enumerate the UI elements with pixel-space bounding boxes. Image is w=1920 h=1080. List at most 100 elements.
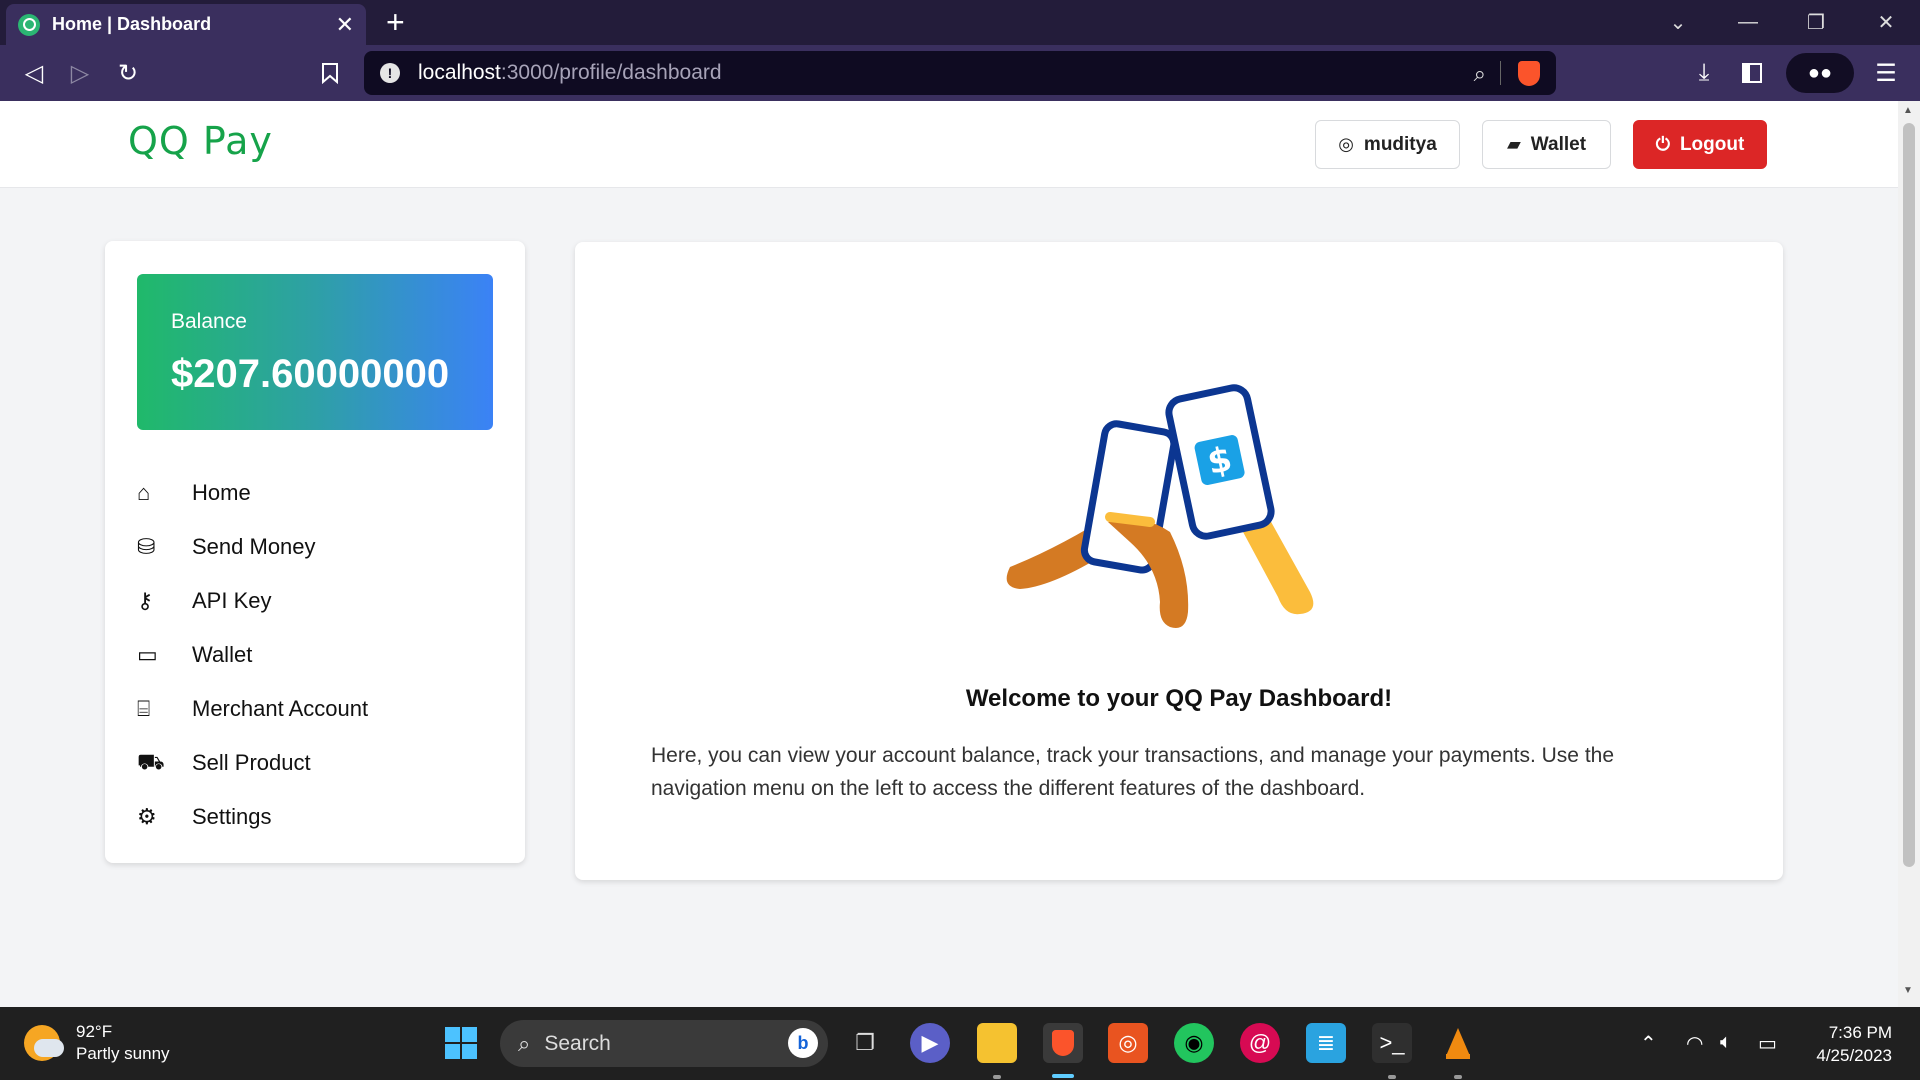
windows-start-icon[interactable] xyxy=(441,1023,481,1063)
reload-icon[interactable]: ↻ xyxy=(106,45,150,101)
welcome-description: Here, you can view your account balance,… xyxy=(651,744,1615,800)
bookmark-icon[interactable] xyxy=(308,45,352,101)
new-tab-icon[interactable]: + xyxy=(386,6,405,38)
download-icon[interactable]: ⤓ xyxy=(1682,45,1726,101)
balance-card: Balance $207.60000000 xyxy=(137,274,493,430)
tab-title: Home | Dashboard xyxy=(52,14,212,34)
sidebar-item-label: Sell Product xyxy=(192,750,311,775)
tab-close-icon[interactable]: ✕ xyxy=(336,12,354,38)
wallet-icon: ▰ xyxy=(1506,134,1521,154)
sidebar-item-label: Home xyxy=(192,480,251,505)
site-info-icon[interactable]: ! xyxy=(380,63,400,83)
key-icon: ⚷ xyxy=(137,588,154,613)
wallet-button-label: Wallet xyxy=(1530,133,1587,155)
browser-tab-bar: Home | Dashboard ✕ + ⌄ — ❐ ✕ xyxy=(0,0,1920,45)
sidebar-item-merchant-account[interactable]: ⌸ Merchant Account xyxy=(137,682,497,736)
app-green-icon[interactable]: ◉ xyxy=(1174,1023,1214,1063)
notepad-icon[interactable]: ≣ xyxy=(1306,1023,1346,1063)
balance-label: Balance xyxy=(171,310,247,333)
welcome-title: Welcome to your QQ Pay Dashboard! xyxy=(965,685,1393,712)
file-explorer-icon[interactable] xyxy=(977,1023,1017,1063)
gear-icon: ⚙ xyxy=(137,804,157,829)
restore-icon[interactable]: ❐ xyxy=(1782,0,1850,45)
taskbar-clock[interactable]: 7:36 PM 4/25/2023 xyxy=(1800,1021,1892,1067)
logo[interactable]: QQ Pay xyxy=(128,119,273,163)
private-glasses-icon[interactable]: ●● xyxy=(1786,53,1854,93)
taskbar-search-label: Search xyxy=(544,1031,611,1055)
dashboard-welcome-card: $ Welcome to your QQ Pay Dashboard! Here… xyxy=(575,242,1783,880)
brave-shield-icon[interactable] xyxy=(1518,61,1540,86)
url-path: :3000/profile/dashboard xyxy=(500,61,722,84)
forward-icon[interactable]: ▷ xyxy=(58,45,102,101)
sidebar-item-label: Settings xyxy=(192,804,272,829)
taskbar-running-indicator xyxy=(1388,1075,1396,1079)
phone-payment-illustration: $ xyxy=(1006,384,1314,628)
browser-toolbar: ◁ ▷ ↻ ! localhost:3000/profile/dashboard… xyxy=(0,45,1920,101)
minimize-icon[interactable]: — xyxy=(1714,0,1782,45)
taskbar-running-indicator xyxy=(1454,1075,1462,1079)
power-icon: ⏻ xyxy=(1655,134,1670,154)
browser-tab-active[interactable]: Home | Dashboard ✕ xyxy=(6,4,366,45)
sidebar-item-wallet[interactable]: ▭ Wallet xyxy=(137,628,497,682)
home-icon: ⌂ xyxy=(137,480,151,505)
vlc-icon[interactable] xyxy=(1438,1023,1478,1063)
logout-button-label: Logout xyxy=(1679,133,1745,155)
cart-icon: ⛟ xyxy=(137,748,165,774)
sidebar-item-api-key[interactable]: ⚷ API Key xyxy=(137,574,497,628)
user-circle-icon: ◎ xyxy=(1338,134,1354,154)
wifi-icon[interactable]: ◠ xyxy=(1686,1031,1703,1056)
partly-sunny-icon xyxy=(24,1025,64,1061)
sidebar-item-settings[interactable]: ⚙ Settings xyxy=(137,790,497,844)
sidebar-item-label: Send Money xyxy=(192,534,316,559)
sidebar: Balance $207.60000000 ⌂ Home ⛁ Send Mone… xyxy=(105,241,525,863)
ubuntu-icon[interactable]: ◎ xyxy=(1108,1023,1148,1063)
site-favicon-icon xyxy=(18,13,40,36)
window-close-icon[interactable]: ✕ xyxy=(1852,0,1920,45)
scrollbar-thumb[interactable] xyxy=(1903,123,1915,867)
sidebar-item-label: API Key xyxy=(192,588,272,613)
user-button[interactable]: ◎ muditya xyxy=(1315,120,1460,169)
back-icon[interactable]: ◁ xyxy=(12,45,56,101)
sidebar-item-label: Wallet xyxy=(192,642,253,667)
page-scrollbar[interactable]: ▲ ▼ xyxy=(1898,101,1920,1007)
url-separator xyxy=(1500,61,1501,85)
sidebar-menu: ⌂ Home ⛁ Send Money ⚷ API Key ▭ Wallet ⌸… xyxy=(137,466,497,844)
wallet-button[interactable]: ▰ Wallet xyxy=(1482,120,1611,169)
sidebar-toggle-icon[interactable] xyxy=(1730,45,1774,101)
clock-date: 4/25/2023 xyxy=(1816,1046,1892,1065)
tab-search-chevron-icon[interactable]: ⌄ xyxy=(1644,0,1712,45)
app-header: QQ Pay ◎ muditya ▰ Wallet ⏻ Logout xyxy=(0,101,1898,188)
sidebar-item-sell-product[interactable]: ⛟ Sell Product xyxy=(137,736,497,790)
search-icon: ⌕ xyxy=(518,1030,531,1056)
task-view-icon[interactable]: ❐ xyxy=(845,1023,885,1063)
sidebar-item-home[interactable]: ⌂ Home xyxy=(137,466,497,520)
taskbar-active-indicator xyxy=(1052,1074,1074,1078)
tray-overflow-icon[interactable]: ⌃ xyxy=(1640,1031,1657,1056)
sidebar-item-send-money[interactable]: ⛁ Send Money xyxy=(137,520,497,574)
address-bar[interactable]: ! localhost:3000/profile/dashboard ⌕ xyxy=(364,51,1556,95)
send-money-icon: ⛁ xyxy=(137,534,156,559)
scroll-up-icon[interactable]: ▲ xyxy=(1903,105,1913,116)
url-host: localhost xyxy=(418,61,501,84)
bing-icon[interactable]: b xyxy=(788,1028,818,1058)
windows-taskbar: 92°F Partly sunny ⌕ Search b ❐ ▶ ◎ ◉ @ ≣… xyxy=(0,1007,1920,1080)
taskbar-running-indicator xyxy=(993,1075,1001,1079)
store-icon: ⌸ xyxy=(137,696,151,721)
terminal-icon[interactable]: >_ xyxy=(1372,1023,1412,1063)
volume-icon[interactable]: 🔈︎ xyxy=(1720,1031,1732,1054)
logout-button[interactable]: ⏻ Logout xyxy=(1633,120,1767,169)
brave-browser-icon[interactable] xyxy=(1043,1023,1083,1063)
menu-icon[interactable]: ☰ xyxy=(1864,45,1908,101)
teams-chat-icon[interactable]: ▶ xyxy=(910,1023,950,1063)
user-button-label: muditya xyxy=(1363,133,1437,155)
battery-icon[interactable]: ▭ xyxy=(1758,1031,1777,1056)
sidebar-item-label: Merchant Account xyxy=(192,696,369,721)
debian-icon[interactable]: @ xyxy=(1240,1023,1280,1063)
scroll-down-icon[interactable]: ▼ xyxy=(1903,985,1913,996)
taskbar-search[interactable]: ⌕ Search b xyxy=(500,1020,828,1067)
page-viewport: QQ Pay ◎ muditya ▰ Wallet ⏻ Logout Balan… xyxy=(0,101,1898,1007)
weather-desc: Partly sunny xyxy=(76,1044,170,1063)
credit-card-icon: ▭ xyxy=(137,642,158,667)
zoom-icon[interactable]: ⌕ xyxy=(1474,61,1486,87)
weather-widget[interactable]: 92°F Partly sunny xyxy=(24,1021,170,1065)
